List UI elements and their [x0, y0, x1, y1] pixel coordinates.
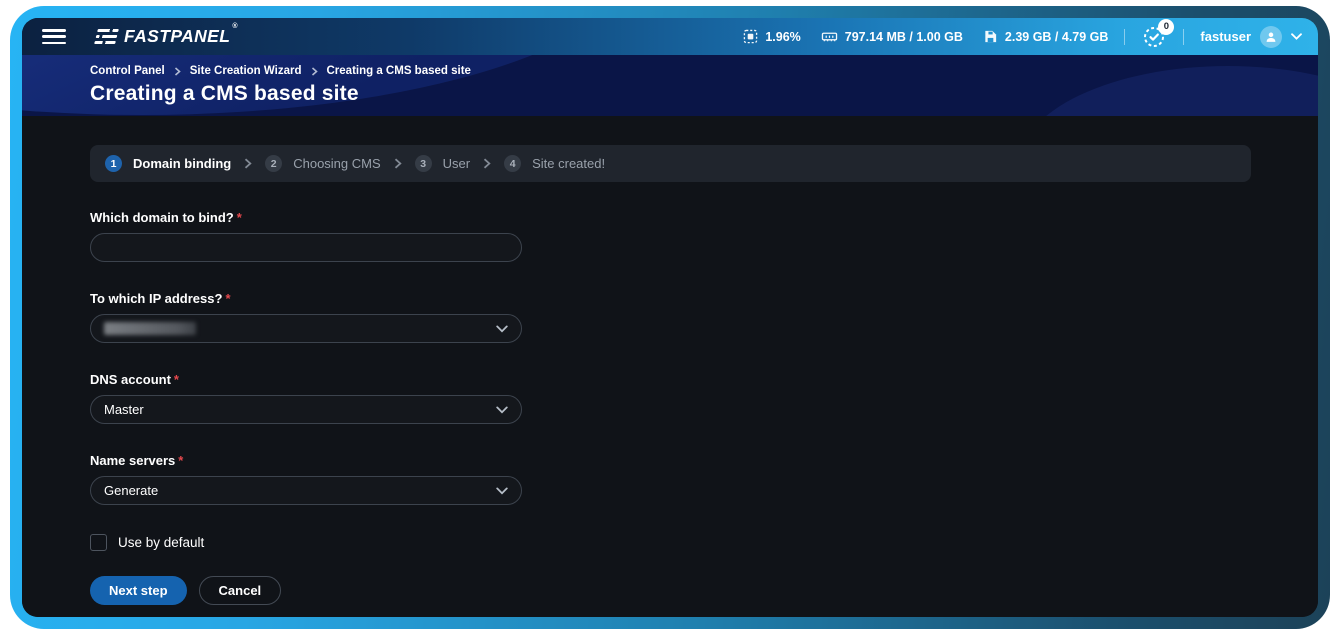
disk-value: 2.39 GB / 4.79 GB: [1005, 30, 1109, 44]
breadcrumb: Control Panel Site Creation Wizard Creat…: [90, 65, 1318, 77]
required-asterisk: *: [237, 210, 242, 225]
cpu-stat[interactable]: 1.96%: [743, 29, 800, 44]
dns-field-label: DNS account*: [90, 372, 522, 387]
step-number-badge: 2: [265, 155, 282, 172]
breadcrumb-current-page: Creating a CMS based site: [327, 65, 471, 77]
wizard-steps-bar: 1 Domain binding 2 Choosing CMS 3 User: [90, 145, 1251, 182]
notifications-count-badge: 0: [1158, 19, 1174, 35]
nameservers-selected-value: Generate: [104, 483, 158, 498]
disk-icon: [983, 29, 998, 44]
cpu-value: 1.96%: [765, 30, 800, 44]
chevron-down-icon: [496, 325, 508, 333]
page-title: Creating a CMS based site: [90, 82, 1318, 106]
ip-field-label: To which IP address?*: [90, 291, 522, 306]
topbar-divider: [1124, 29, 1125, 45]
fastpanel-logo[interactable]: FASTPANEL®: [96, 26, 236, 47]
disk-stat[interactable]: 2.39 GB / 4.79 GB: [983, 29, 1109, 44]
wizard-step-domain-binding[interactable]: 1 Domain binding: [105, 155, 231, 172]
ip-select[interactable]: [90, 314, 522, 343]
domain-binding-form: Which domain to bind?* To which IP addre…: [90, 210, 1251, 617]
checkbox-box[interactable]: [90, 534, 107, 551]
step-chevron-icon: [483, 158, 491, 169]
step-chevron-icon: [394, 158, 402, 169]
page-header: Control Panel Site Creation Wizard Creat…: [22, 55, 1318, 116]
equalizer-logo-icon: [94, 29, 119, 44]
window-frame: FASTPANEL® 1.96% 797.: [10, 6, 1330, 629]
wizard-step-user[interactable]: 3 User: [415, 155, 470, 172]
chevron-down-icon: [496, 487, 508, 495]
breadcrumb-site-creation-wizard[interactable]: Site Creation Wizard: [190, 65, 302, 77]
cpu-icon: [743, 29, 758, 44]
required-asterisk: *: [225, 291, 230, 306]
domain-input[interactable]: [90, 233, 522, 262]
person-icon: [1264, 30, 1278, 44]
breadcrumb-separator-icon: [174, 67, 181, 76]
topbar-divider: [1183, 29, 1184, 45]
logo-text: FASTPANEL®: [124, 26, 236, 47]
dns-selected-value: Master: [104, 402, 144, 417]
cancel-button[interactable]: Cancel: [199, 576, 282, 605]
wizard-step-site-created[interactable]: 4 Site created!: [504, 155, 605, 172]
chevron-down-icon: [1291, 33, 1302, 40]
username-label: fastuser: [1200, 29, 1251, 44]
ip-field-group: To which IP address?*: [90, 291, 522, 343]
required-asterisk: *: [178, 453, 183, 468]
chevron-down-icon: [496, 406, 508, 414]
domain-field-label: Which domain to bind?*: [90, 210, 522, 225]
step-number-badge: 4: [504, 155, 521, 172]
ram-icon: [821, 29, 838, 44]
checkbox-label: Use by default: [118, 535, 204, 550]
breadcrumb-separator-icon: [311, 67, 318, 76]
user-menu[interactable]: fastuser: [1200, 26, 1302, 48]
ram-stat[interactable]: 797.14 MB / 1.00 GB: [821, 29, 963, 44]
topbar: FASTPANEL® 1.96% 797.: [22, 18, 1318, 55]
app-window: FASTPANEL® 1.96% 797.: [22, 18, 1318, 617]
form-actions: Next step Cancel: [90, 576, 1251, 617]
menu-hamburger-icon[interactable]: [42, 29, 66, 44]
ram-value: 797.14 MB / 1.00 GB: [845, 30, 963, 44]
required-asterisk: *: [174, 372, 179, 387]
registered-mark: ®: [232, 23, 238, 30]
step-chevron-icon: [244, 158, 252, 169]
main-content: 1 Domain binding 2 Choosing CMS 3 User: [22, 116, 1318, 617]
wizard-step-choosing-cms[interactable]: 2 Choosing CMS: [265, 155, 380, 172]
breadcrumb-control-panel[interactable]: Control Panel: [90, 65, 165, 77]
dns-account-select[interactable]: Master: [90, 395, 522, 424]
use-by-default-checkbox[interactable]: Use by default: [90, 534, 204, 551]
nameservers-field-group: Name servers* Generate: [90, 453, 522, 505]
step-number-badge: 3: [415, 155, 432, 172]
domain-field-group: Which domain to bind?*: [90, 210, 522, 262]
notifications-button[interactable]: 0: [1141, 24, 1167, 50]
redacted-ip-value: [104, 322, 196, 335]
nameservers-field-label: Name servers*: [90, 453, 522, 468]
next-step-button[interactable]: Next step: [90, 576, 187, 605]
step-number-badge: 1: [105, 155, 122, 172]
nameservers-select[interactable]: Generate: [90, 476, 522, 505]
avatar: [1260, 26, 1282, 48]
resource-stats: 1.96% 797.14 MB / 1.00 GB: [743, 29, 1108, 44]
dns-field-group: DNS account* Master: [90, 372, 522, 424]
